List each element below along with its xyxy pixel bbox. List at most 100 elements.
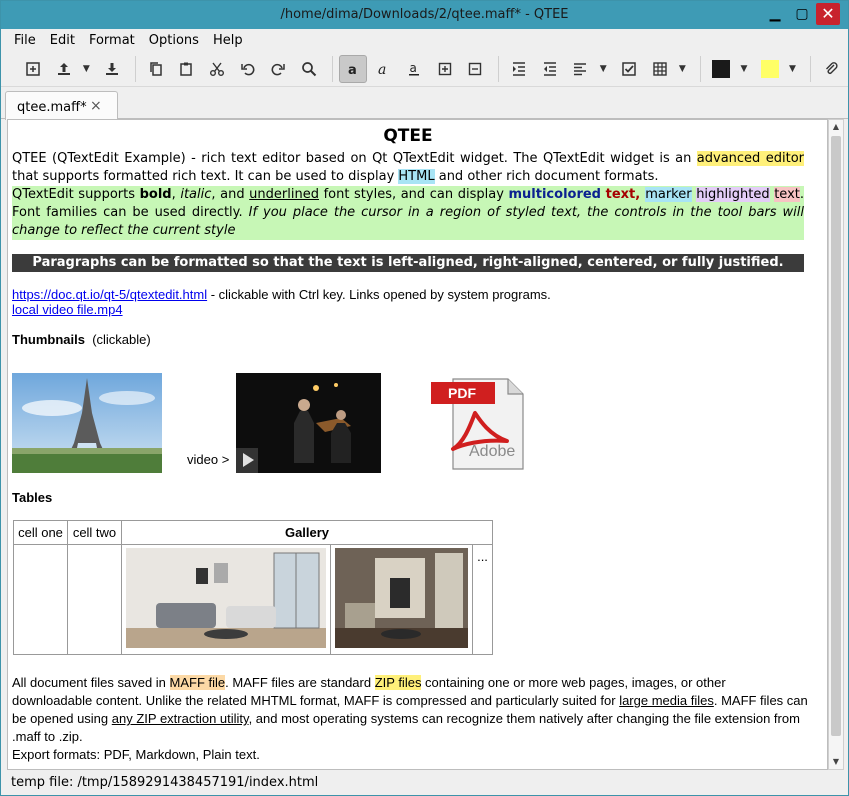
video-thumbnail[interactable] xyxy=(236,373,381,473)
interior-room-image[interactable] xyxy=(335,548,468,648)
thumbnails-row: video > PDF Adobe xyxy=(12,363,804,475)
decrease-font-icon[interactable] xyxy=(462,55,490,83)
svg-text:a: a xyxy=(378,62,386,77)
app-window: /home/dima/Downloads/2/qtee.maff* - QTEE… xyxy=(0,0,849,796)
indent-decrease-icon[interactable] xyxy=(536,55,564,83)
tab-label: qtee.maff* xyxy=(17,100,87,115)
highlight-color-chevron-icon[interactable]: ▼ xyxy=(787,55,799,83)
table-dropdown-chevron-icon[interactable]: ▼ xyxy=(676,55,688,83)
undo-icon[interactable] xyxy=(234,55,262,83)
eiffel-tower-thumbnail[interactable] xyxy=(12,373,162,473)
qtextedit-doc-link[interactable]: https://doc.qt.io/qt-5/qtextedit.html xyxy=(12,287,207,302)
link-row: local video file.mp4 xyxy=(12,302,804,317)
search-icon[interactable] xyxy=(295,55,323,83)
rich-text-editor[interactable]: QTEE QTEE (QTextEdit Example) - rich tex… xyxy=(7,119,828,770)
window-title: /home/dima/Downloads/2/qtee.maff* - QTEE xyxy=(280,7,569,22)
increase-font-icon[interactable] xyxy=(431,55,459,83)
video-label: video > xyxy=(187,452,230,467)
paste-icon[interactable] xyxy=(173,55,201,83)
local-video-link[interactable]: local video file.mp4 xyxy=(12,302,123,317)
table-cell[interactable] xyxy=(67,544,122,655)
maff-paragraph: All document files saved in MAFF file. M… xyxy=(12,674,808,764)
highlighted-text: advanced editor xyxy=(696,151,804,166)
pdf-thumbnail[interactable]: PDF Adobe xyxy=(431,373,527,473)
highlight-color-swatch xyxy=(760,59,779,78)
scroll-up-arrow-icon[interactable]: ▲ xyxy=(829,120,843,134)
cut-icon[interactable] xyxy=(203,55,231,83)
menu-options[interactable]: Options xyxy=(142,33,206,48)
redo-icon[interactable] xyxy=(265,55,293,83)
multicolored-text: multicolored xyxy=(508,187,602,202)
align-dropdown-chevron-icon[interactable]: ▼ xyxy=(597,55,609,83)
text-color-button[interactable] xyxy=(707,55,735,83)
menu-format[interactable]: Format xyxy=(82,33,142,48)
new-document-icon[interactable] xyxy=(19,55,47,83)
red-text: text xyxy=(605,187,636,202)
maximize-button[interactable]: ▢ xyxy=(790,3,814,25)
tab-document[interactable]: qtee.maff* × xyxy=(5,91,118,120)
open-dropdown-chevron-icon[interactable]: ▼ xyxy=(80,55,92,83)
underline-icon[interactable]: a xyxy=(400,55,428,83)
menu-bar: File Edit Format Options Help xyxy=(1,29,848,51)
highlight-color-button[interactable] xyxy=(756,55,784,83)
vertical-scrollbar[interactable]: ▲ ▼ xyxy=(828,119,844,770)
tables-heading-text: Tables xyxy=(12,490,53,505)
scroll-down-arrow-icon[interactable]: ▼ xyxy=(829,755,843,769)
toolbar-separator xyxy=(700,55,702,82)
highlighted-text: ZIP files xyxy=(374,675,422,690)
indent-increase-icon[interactable] xyxy=(505,55,533,83)
title-bar: /home/dima/Downloads/2/qtee.maff* - QTEE… xyxy=(1,1,848,29)
toolbar: ▼ a a a ▼ ▼ ▼ ▼ xyxy=(1,51,848,87)
bold-icon[interactable]: a xyxy=(338,54,367,83)
save-download-icon[interactable] xyxy=(98,55,126,83)
text-span: All document files saved in xyxy=(12,675,170,690)
table-icon[interactable] xyxy=(646,55,674,83)
table-cell[interactable] xyxy=(330,544,473,655)
close-window-button[interactable]: ✕ xyxy=(816,3,840,25)
bold-text: bold xyxy=(139,187,172,202)
align-left-icon[interactable] xyxy=(567,55,595,83)
gallery-header-cell: Gallery xyxy=(121,520,493,545)
open-upload-icon[interactable] xyxy=(50,55,78,83)
toolbar-separator xyxy=(810,55,812,82)
styles-paragraph: QTextEdit supports bold, italic, and und… xyxy=(12,186,804,240)
attachment-paperclip-icon[interactable] xyxy=(817,55,845,83)
table-cell[interactable]: cell two xyxy=(67,520,122,545)
toolbar-separator xyxy=(498,55,500,82)
table-cell[interactable] xyxy=(13,544,68,655)
table-cell-ellipsis[interactable]: ... xyxy=(472,544,493,655)
italic-icon[interactable]: a xyxy=(370,55,398,83)
menu-help[interactable]: Help xyxy=(206,33,250,48)
text-span: , and xyxy=(211,187,250,202)
document-body: QTEE QTEE (QTextEdit Example) - rich tex… xyxy=(12,124,804,475)
gallery-table: cell one cell two Gallery ... xyxy=(13,520,493,655)
text-color-swatch xyxy=(712,59,731,78)
red-text: , xyxy=(635,187,646,202)
table-cell[interactable]: cell one xyxy=(13,520,68,545)
export-formats-text: Export formats: PDF, Markdown, Plain tex… xyxy=(12,747,260,762)
text-span: QTEE (QTextEdit Example) - rich text edi… xyxy=(12,151,697,166)
menu-file[interactable]: File xyxy=(7,33,43,48)
text-span: that supports formatted rich text. It ca… xyxy=(12,169,399,184)
svg-text:a: a xyxy=(348,63,357,77)
italic-text: italic xyxy=(180,187,212,202)
thumbnails-heading: Thumbnails xyxy=(12,332,85,347)
menu-edit[interactable]: Edit xyxy=(43,33,82,48)
highlighted-text: highlighted xyxy=(696,187,770,202)
highlighted-text: text xyxy=(774,187,800,202)
adobe-label: Adobe xyxy=(469,443,516,460)
link-row: https://doc.qt.io/qt-5/qtextedit.html - … xyxy=(12,287,804,302)
thumbnails-note: (clickable) xyxy=(92,332,151,347)
scrollbar-thumb[interactable] xyxy=(831,136,841,736)
table-cell[interactable] xyxy=(121,544,331,655)
toolbar-separator xyxy=(134,55,136,82)
checkbox-icon[interactable] xyxy=(615,55,643,83)
living-room-image[interactable] xyxy=(126,548,326,648)
text-color-chevron-icon[interactable]: ▼ xyxy=(738,55,750,83)
minimize-button[interactable]: ▁ xyxy=(763,3,787,25)
tab-bar: qtee.maff* × xyxy=(1,87,848,120)
thumbnails-heading-row: Thumbnails (clickable) xyxy=(12,332,804,347)
tab-close-icon[interactable]: × xyxy=(90,98,102,114)
copy-icon[interactable] xyxy=(142,55,170,83)
underlined-text: underlined xyxy=(249,187,319,202)
